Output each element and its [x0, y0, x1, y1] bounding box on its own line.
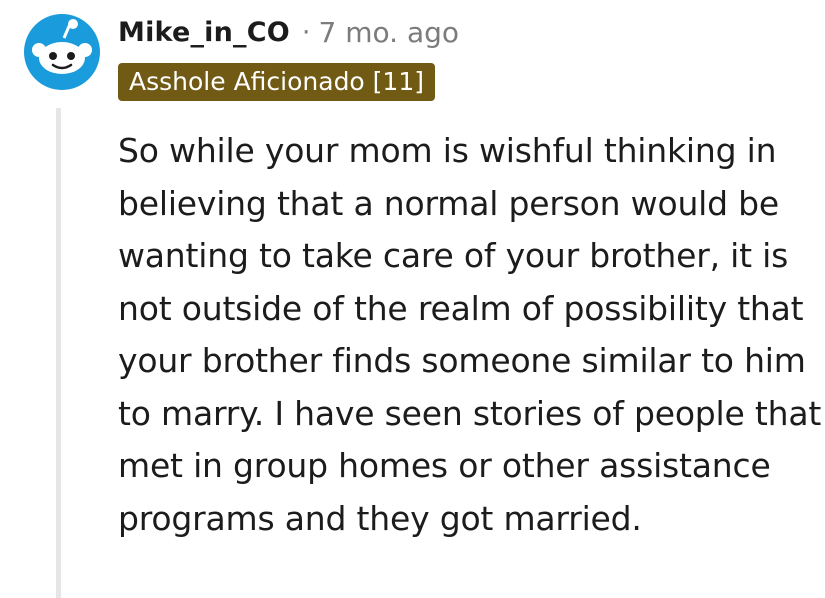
reddit-snoo-avatar-icon [24, 14, 100, 90]
username-link[interactable]: Mike_in_CO [118, 17, 290, 48]
user-avatar[interactable] [24, 14, 100, 90]
thread-collapse-line[interactable] [56, 108, 61, 598]
separator-dot: · [301, 16, 311, 48]
comment-body: So while your mom is wishful thinking in… [118, 131, 822, 538]
comment-header: Mike_in_CO · 7 mo. ago [118, 12, 459, 52]
comment: Mike_in_CO · 7 mo. ago Asshole Aficionad… [0, 0, 825, 598]
user-flair-badge: Asshole Aficionado [11] [118, 63, 435, 101]
timestamp-link[interactable]: 7 mo. ago [319, 16, 460, 49]
